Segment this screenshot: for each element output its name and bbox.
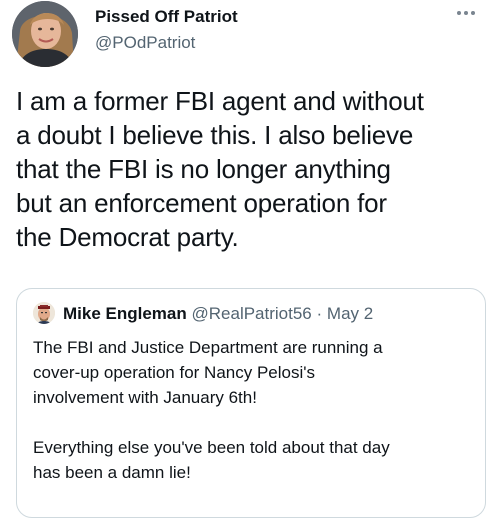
tweet-text: I am a former FBI agent and without a do…: [16, 84, 494, 254]
tweet-text-line: that the FBI is no longer anything: [16, 154, 391, 184]
more-options-icon[interactable]: [452, 6, 480, 20]
quoted-author-avatar: [33, 302, 55, 324]
more-dot: [464, 11, 468, 15]
quoted-author-handle[interactable]: @RealPatriot56: [192, 304, 312, 323]
quoted-tweet-header: Mike Engleman @RealPatriot56 · May 2: [63, 304, 373, 324]
author-display-name[interactable]: Pissed Off Patriot: [95, 7, 238, 27]
tweet-text-line: but an enforcement operation for: [16, 188, 387, 218]
tweet-text-line: a doubt I believe this. I also believe: [16, 120, 414, 150]
author-avatar[interactable]: [12, 1, 78, 67]
quoted-tweet[interactable]: Mike Engleman @RealPatriot56 · May 2 The…: [16, 288, 486, 518]
tweet: Pissed Off Patriot @POdPatriot I am a fo…: [0, 0, 500, 518]
more-dot: [471, 11, 475, 15]
header-separator: ·: [316, 304, 323, 323]
tweet-text-line: I am a former FBI agent and without: [16, 86, 424, 116]
more-dot: [457, 11, 461, 15]
quoted-tweet-text: The FBI and Justice Department are runni…: [33, 335, 478, 485]
quoted-text-line: Everything else you've been told about t…: [33, 438, 390, 457]
quoted-author-display-name[interactable]: Mike Engleman: [63, 304, 187, 323]
quoted-text-line: involvement with January 6th!: [33, 388, 257, 407]
author-handle[interactable]: @POdPatriot: [95, 33, 195, 53]
quoted-tweet-date[interactable]: May 2: [327, 304, 373, 323]
tweet-text-line: the Democrat party.: [16, 222, 239, 252]
quoted-text-line: The FBI and Justice Department are runni…: [33, 338, 383, 357]
quoted-text-line: cover-up operation for Nancy Pelosi's: [33, 363, 315, 382]
quoted-text-line: has been a damn lie!: [33, 463, 191, 482]
